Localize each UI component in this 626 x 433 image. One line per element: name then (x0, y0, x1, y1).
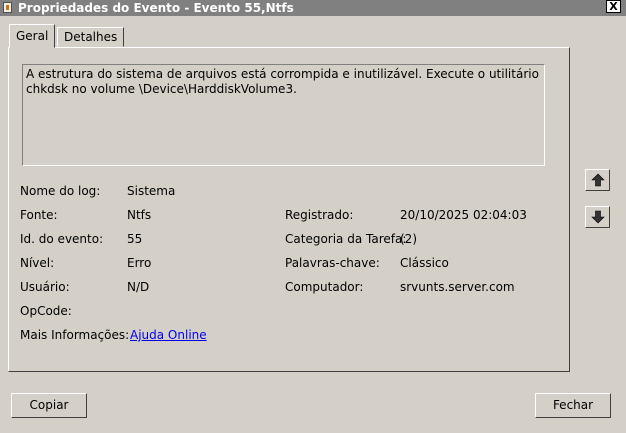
window-title: Propriedades do Evento - Evento 55,Ntfs (18, 1, 294, 15)
log-name-label: Nome do log: (20, 184, 101, 198)
tab-geral[interactable]: Geral (9, 24, 56, 48)
event-id-label: Id. do evento: (20, 232, 104, 246)
task-category-value: (2) (400, 232, 417, 246)
logged-label: Registrado: (285, 208, 354, 222)
source-value: Ntfs (127, 208, 152, 222)
arrow-up-icon (590, 173, 605, 187)
computer-value: srvunts.server.com (400, 280, 515, 294)
online-help-link[interactable]: Ajuda Online (130, 328, 207, 342)
source-label: Fonte: (20, 208, 58, 222)
user-value: N/D (127, 280, 150, 294)
computer-label: Computador: (285, 280, 364, 294)
copy-button[interactable]: Copiar (11, 393, 87, 418)
close-button[interactable]: Fechar (535, 393, 611, 418)
level-value: Erro (127, 256, 152, 270)
user-label: Usuário: (20, 280, 70, 294)
log-name-value: Sistema (127, 184, 176, 198)
opcode-label: OpCode: (20, 304, 72, 318)
more-info-label: Mais Informações: (20, 328, 130, 342)
event-description-box[interactable]: A estrutura do sistema de arquivos está … (22, 64, 545, 166)
tab-detalhes[interactable]: Detalhes (57, 27, 125, 47)
task-category-label: Categoria da Tarefa: (285, 232, 407, 246)
arrow-down-icon (590, 210, 605, 224)
event-id-value: 55 (127, 232, 143, 246)
logged-value: 20/10/2025 02:04:03 (400, 208, 527, 222)
keywords-label: Palavras-chave: (285, 256, 380, 270)
close-window-button[interactable]: X (606, 0, 621, 13)
level-label: Nível: (20, 256, 55, 270)
next-event-button[interactable] (585, 206, 610, 228)
previous-event-button[interactable] (585, 169, 610, 191)
title-bar: Propriedades do Evento - Evento 55,Ntfs … (0, 0, 626, 16)
event-viewer-app-icon (3, 2, 12, 13)
keywords-value: Clássico (400, 256, 449, 270)
